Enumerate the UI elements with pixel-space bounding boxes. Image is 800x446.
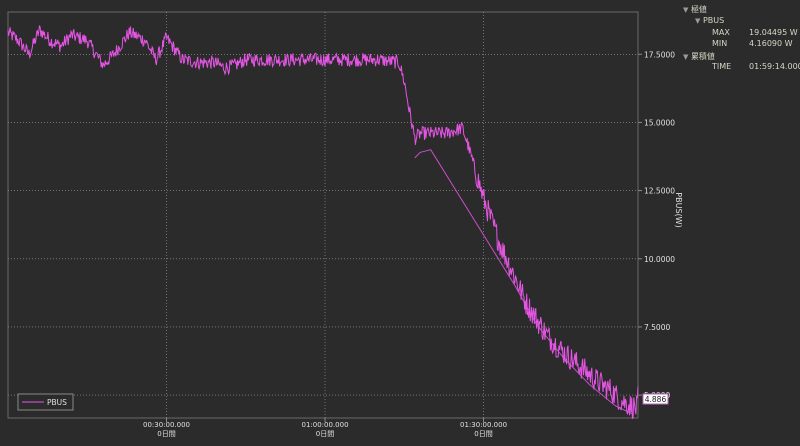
min-value: 4.16090 W: [749, 39, 793, 48]
x-tick-label-time: 00:30:00.000: [143, 421, 190, 429]
cumulative-label: 累積値: [690, 52, 715, 61]
y-tick-label: 17.5000: [644, 50, 675, 59]
tree-node-cumulative[interactable]: ▼ 累積値: [683, 51, 715, 62]
time-label: TIME: [712, 62, 732, 71]
y-tick-label: 12.5000: [644, 187, 675, 196]
current-value-label: 4.886: [645, 395, 667, 404]
y-axis-label: PBUS(W): [674, 192, 683, 227]
max-row: MAX: [712, 28, 730, 37]
plot-area: [7, 11, 639, 419]
legend[interactable]: PBUS: [17, 393, 74, 411]
time-row: TIME: [712, 62, 731, 71]
extremes-label: 極値: [690, 5, 707, 14]
x-tick-label-day: 0日間: [474, 430, 492, 438]
x-tick-label-time: 01:00:00.000: [302, 421, 349, 429]
time-value: 01:59:14.000: [749, 62, 800, 71]
x-tick-label-day: 0日間: [316, 430, 334, 438]
caret-down-icon[interactable]: ▼: [683, 53, 688, 61]
min-label: MIN: [712, 39, 728, 48]
x-axis-ticks: 00:30:00.0000日間01:00:00.0000日間01:30:00.0…: [143, 418, 507, 438]
y-tick-label: 15.0000: [644, 118, 675, 127]
x-tick-label-day: 0日間: [157, 430, 175, 438]
max-value: 19.04495 W: [749, 28, 798, 37]
max-label: MAX: [712, 28, 730, 37]
chart-window: 17.500015.000012.500010.00007.50005.0000…: [0, 0, 800, 446]
series-label: PBUS: [702, 16, 725, 25]
min-row: MIN: [712, 39, 727, 48]
y-tick-label: 10.0000: [644, 255, 675, 264]
current-value-marker: 4.886: [642, 393, 669, 405]
x-tick-label-time: 01:30:00.000: [460, 421, 507, 429]
legend-label-pbus: PBUS: [47, 398, 67, 407]
tree-node-pbus[interactable]: ▼ PBUS: [695, 16, 724, 25]
tree-node-extremes[interactable]: ▼ 極値: [683, 4, 707, 15]
y-tick-label: 7.5000: [644, 323, 670, 332]
caret-down-icon[interactable]: ▼: [695, 17, 700, 25]
y-axis-ticks: 17.500015.000012.500010.00007.50005.0000: [638, 50, 675, 400]
caret-down-icon[interactable]: ▼: [683, 6, 688, 14]
pbus-line-chart: 17.500015.000012.500010.00007.50005.0000…: [7, 11, 683, 438]
